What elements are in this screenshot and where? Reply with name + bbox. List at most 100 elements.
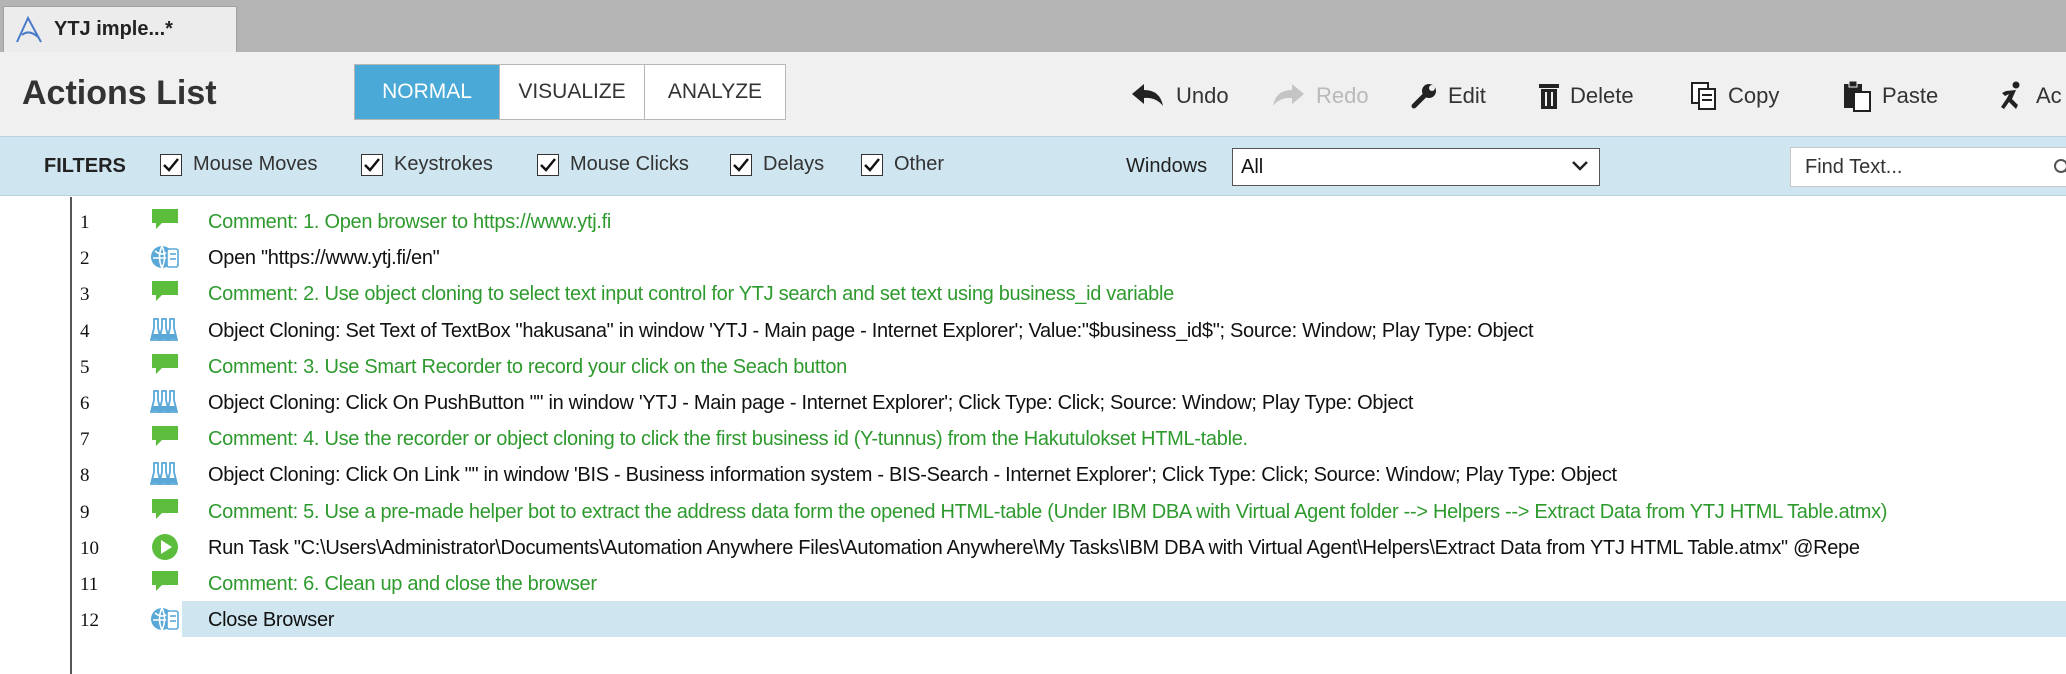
object-cloning-icon <box>149 316 180 344</box>
action-row[interactable]: 8 Object Cloning: Click On Link "" in win… <box>0 456 2066 492</box>
action-row[interactable]: 11 Comment: 6. Clean up and close the bro… <box>0 565 2066 601</box>
comment-icon <box>150 569 180 597</box>
checkbox-checked-icon <box>160 153 182 176</box>
action-text: Close Browser <box>208 609 335 631</box>
action-row[interactable]: 1 Comment: 1. Open browser to https://www… <box>0 203 2066 239</box>
automation-anywhere-logo-icon <box>16 15 42 42</box>
chevron-down-icon <box>1572 161 1588 171</box>
filter-other-checkbox[interactable]: Other <box>861 153 944 176</box>
paste-icon <box>1844 80 1871 112</box>
wrench-icon <box>1411 84 1436 109</box>
running-man-icon <box>2001 81 2020 109</box>
checkbox-checked-icon <box>361 153 383 176</box>
action-button[interactable]: Ac <box>1996 80 2062 112</box>
action-row[interactable]: 12 Close Browser <box>0 601 2066 637</box>
windows-select-value: All <box>1241 155 1264 178</box>
filter-label: Keystrokes <box>394 153 493 175</box>
line-number: 2 <box>80 248 90 269</box>
line-number: 9 <box>80 502 90 523</box>
edit-button[interactable]: Edit <box>1410 80 1486 112</box>
copy-icon <box>1691 82 1716 110</box>
paste-button[interactable]: Paste <box>1842 80 1938 112</box>
selected-row-highlight <box>182 601 2066 637</box>
toolbar: Undo Redo Edit Delete Copy Paste Ac <box>0 52 2066 136</box>
comment-text: Comment: 3. Use Smart Recorder to record… <box>208 356 847 378</box>
action-row[interactable]: 6 Object Cloning: Click On PushButton "" … <box>0 384 2066 420</box>
action-text: Run Task "C:\Users\Administrator\Documen… <box>208 537 1860 559</box>
comment-text: Comment: 1. Open browser to https://www.… <box>208 211 612 233</box>
line-number: 8 <box>80 465 90 486</box>
object-cloning-icon <box>149 388 180 416</box>
web-browser-icon <box>150 605 180 633</box>
actions-list-header: Actions List NORMAL VISUALIZE ANALYZE Un… <box>0 52 2066 136</box>
filter-mouse-clicks-checkbox[interactable]: Mouse Clicks <box>537 153 689 176</box>
find-text-placeholder: Find Text... <box>1805 155 1903 178</box>
action-text: Object Cloning: Click On Link "" in wind… <box>208 464 1617 486</box>
line-number: 5 <box>80 357 90 378</box>
checkbox-checked-icon <box>537 153 559 176</box>
filter-delays-checkbox[interactable]: Delays <box>730 153 824 176</box>
redo-icon <box>1273 84 1304 106</box>
comment-text: Comment: 5. Use a pre-made helper bot to… <box>208 501 1888 523</box>
copy-button[interactable]: Copy <box>1690 80 1779 112</box>
windows-label: Windows <box>1126 155 1208 177</box>
undo-button[interactable]: Undo <box>1130 80 1229 112</box>
redo-label: Redo <box>1316 83 1369 108</box>
object-cloning-icon <box>149 460 180 488</box>
document-tab-strip: YTJ imple...* <box>0 0 2066 52</box>
checkbox-checked-icon <box>861 153 883 176</box>
filters-label: FILTERS <box>44 155 126 177</box>
line-number: 12 <box>80 610 99 631</box>
comment-icon <box>150 207 180 235</box>
line-number: 6 <box>80 393 90 414</box>
action-row[interactable]: 5 Comment: 3. Use Smart Recorder to recor… <box>0 348 2066 384</box>
paste-label: Paste <box>1882 83 1939 108</box>
line-number: 3 <box>80 284 90 305</box>
action-text: Open "https://www.ytj.fi/en" <box>208 247 440 269</box>
filter-label: Other <box>894 153 945 175</box>
copy-label: Copy <box>1728 83 1780 108</box>
undo-icon <box>1132 84 1163 106</box>
action-text: Object Cloning: Set Text of TextBox "hak… <box>208 320 1534 342</box>
checkbox-checked-icon <box>730 153 752 176</box>
comment-icon <box>150 279 180 307</box>
filter-label: Delays <box>763 153 825 175</box>
find-text-input[interactable]: Find Text... <box>1790 147 2066 187</box>
filter-keystrokes-checkbox[interactable]: Keystrokes <box>361 153 493 176</box>
run-task-icon <box>150 533 180 561</box>
filter-mouse-moves-checkbox[interactable]: Mouse Moves <box>160 153 318 176</box>
action-row[interactable]: 9 Comment: 5. Use a pre-made helper bot t… <box>0 493 2066 529</box>
action-label: Ac <box>2036 83 2062 108</box>
filter-label: Mouse Moves <box>193 153 318 175</box>
edit-label: Edit <box>1448 83 1486 108</box>
line-number: 11 <box>80 574 99 595</box>
action-text: Object Cloning: Click On PushButton "" i… <box>208 392 1414 414</box>
delete-label: Delete <box>1570 83 1634 108</box>
comment-text: Comment: 2. Use object cloning to select… <box>208 283 1174 305</box>
undo-label: Undo <box>1176 83 1229 108</box>
document-tab[interactable]: YTJ imple...* <box>3 6 237 52</box>
actions-list: 1 Comment: 1. Open browser to https://www… <box>0 197 2066 674</box>
filter-bar: FILTERS Mouse Moves Keystrokes Mouse Cli… <box>0 136 2066 196</box>
redo-button[interactable]: Redo <box>1270 80 1369 112</box>
line-number: 1 <box>80 212 90 233</box>
line-number: 4 <box>80 321 90 342</box>
search-icon <box>2054 159 2066 173</box>
action-row[interactable]: 4 Object Cloning: Set Text of TextBox "ha… <box>0 312 2066 348</box>
filter-label: Mouse Clicks <box>570 153 689 175</box>
comment-icon <box>150 352 180 380</box>
delete-button[interactable]: Delete <box>1538 80 1634 112</box>
trash-icon <box>1539 84 1559 109</box>
line-number: 10 <box>80 538 99 559</box>
action-row[interactable]: 10 Run Task "C:\Users\Administrator\Docum… <box>0 529 2066 565</box>
comment-icon <box>150 424 180 452</box>
comment-text: Comment: 4. Use the recorder or object c… <box>208 428 1248 450</box>
action-row[interactable]: 3 Comment: 2. Use object cloning to selec… <box>0 275 2066 311</box>
comment-icon <box>150 497 180 525</box>
line-number: 7 <box>80 429 90 450</box>
action-row[interactable]: 2 Open "https://www.ytj.fi/en" <box>0 239 2066 275</box>
web-browser-icon <box>150 243 180 271</box>
windows-select[interactable]: All <box>1232 148 1600 186</box>
action-row[interactable]: 7 Comment: 4. Use the recorder or object … <box>0 420 2066 456</box>
comment-text: Comment: 6. Clean up and close the brows… <box>208 573 597 595</box>
